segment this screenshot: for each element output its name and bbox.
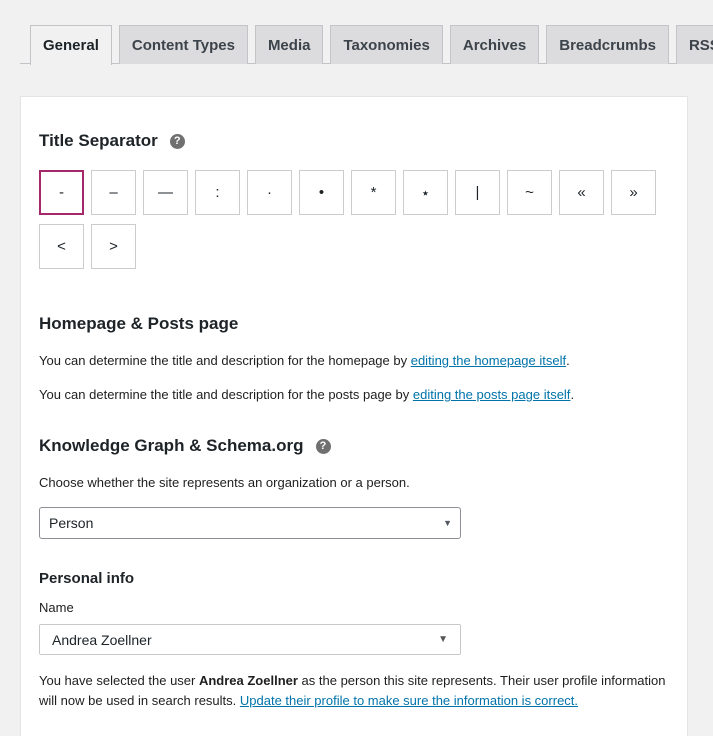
separator-option-pipe[interactable]: | (455, 170, 500, 215)
update-profile-link[interactable]: Update their profile to make sure the in… (240, 693, 578, 708)
separator-option-tilde[interactable]: ~ (507, 170, 552, 215)
separator-option-colon[interactable]: : (195, 170, 240, 215)
knowledge-graph-description: Choose whether the site represents an or… (39, 475, 410, 490)
separator-option-star[interactable]: ⋆ (403, 170, 448, 215)
homepage-line: You can determine the title and descript… (39, 353, 570, 368)
question-circle-icon[interactable]: ? (315, 438, 331, 454)
edit-posts-page-link[interactable]: editing the posts page itself (413, 387, 571, 402)
question-circle-icon[interactable]: ? (169, 133, 185, 149)
edit-homepage-link[interactable]: editing the homepage itself (411, 353, 566, 368)
separator-option-middle-dot[interactable]: · (247, 170, 292, 215)
separator-option-en-dash[interactable]: – (91, 170, 136, 215)
tab-taxonomies[interactable]: Taxonomies (330, 25, 443, 64)
tab-breadcrumbs[interactable]: Breadcrumbs (546, 25, 669, 64)
name-label: Name (39, 600, 74, 615)
settings-tabs: General Content Types Media Taxonomies A… (20, 25, 713, 65)
site-type-value: Person (49, 515, 94, 531)
separator-option-bullet[interactable]: • (299, 170, 344, 215)
tab-general[interactable]: General (30, 25, 112, 65)
site-type-select[interactable]: Person ▼ (39, 507, 461, 539)
separator-option-right-guillemet[interactable]: » (611, 170, 656, 215)
homepage-heading: Homepage & Posts page (39, 314, 239, 333)
separator-option-asterisk[interactable]: * (351, 170, 396, 215)
title-separator-heading: Title Separator ? (39, 131, 185, 151)
settings-panel: Title Separator ? - – — : · • * ⋆ | ~ « … (20, 96, 688, 736)
separator-option-left-guillemet[interactable]: « (559, 170, 604, 215)
separator-option-less-than[interactable]: < (39, 224, 84, 269)
tab-archives[interactable]: Archives (449, 25, 540, 64)
separator-option-greater-than[interactable]: > (91, 224, 136, 269)
person-name-value: Andrea Zoellner (52, 631, 152, 648)
separator-option-em-dash[interactable]: — (143, 170, 188, 215)
person-selection-note: You have selected the user Andrea Zoelln… (39, 673, 666, 708)
person-name-select[interactable]: Andrea Zoellner ▼ (39, 624, 461, 655)
separator-options: - – — : · • * ⋆ | ~ « » < > (39, 170, 659, 269)
tab-rss[interactable]: RSS (675, 25, 713, 64)
tab-content-types[interactable]: Content Types (118, 25, 248, 64)
posts-page-line: You can determine the title and descript… (39, 387, 575, 402)
separator-option-dash[interactable]: - (39, 170, 84, 215)
personal-info-heading: Personal info (39, 570, 135, 587)
caret-down-icon: ▼ (443, 518, 452, 528)
knowledge-graph-heading: Knowledge Graph & Schema.org ? (39, 436, 331, 456)
caret-down-icon: ▼ (438, 634, 448, 645)
tab-media[interactable]: Media (254, 25, 324, 64)
